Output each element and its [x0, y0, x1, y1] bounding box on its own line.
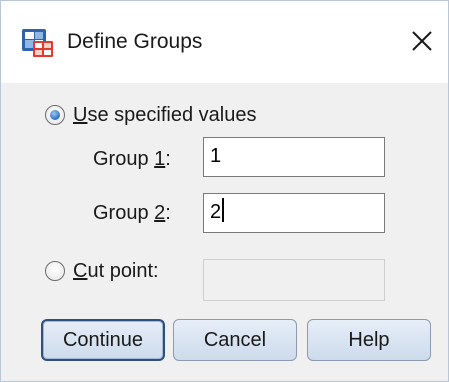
- cut-point-label[interactable]: Cut point:: [73, 259, 159, 283]
- cancel-button[interactable]: Cancel: [173, 319, 297, 361]
- title-bar: Define Groups: [1, 1, 448, 83]
- group-2-input[interactable]: 2: [203, 193, 385, 233]
- cut-point-input[interactable]: [203, 259, 385, 301]
- cut-point-label-rest: ut point:: [87, 260, 159, 282]
- text-caret: [222, 198, 225, 222]
- use-specified-values-label[interactable]: Use specified values: [73, 103, 256, 127]
- cut-point-mnemonic: C: [73, 260, 88, 282]
- group-1-label: Group 1:: [93, 147, 171, 171]
- group-1-mnemonic: 1: [154, 148, 166, 170]
- use-specified-values-radio[interactable]: [45, 105, 65, 125]
- use-specified-mnemonic: U: [73, 104, 88, 126]
- group-2-label-post: :: [165, 202, 171, 224]
- cut-point-radio[interactable]: [45, 261, 65, 281]
- define-groups-dialog: Define Groups Use specified values Group…: [0, 0, 449, 382]
- continue-button[interactable]: Continue: [41, 319, 165, 361]
- group-2-label: Group 2:: [93, 201, 171, 225]
- spss-dialog-icon: [19, 27, 55, 59]
- group-1-value: 1: [210, 145, 222, 167]
- group-2-mnemonic: 2: [154, 202, 166, 224]
- group-1-label-post: :: [165, 148, 171, 170]
- close-button[interactable]: [403, 21, 441, 61]
- group-1-input[interactable]: 1: [203, 137, 385, 177]
- use-specified-label-rest: se specified values: [87, 104, 257, 126]
- group-1-label-pre: Group: [93, 148, 155, 170]
- group-2-value: 2: [210, 201, 222, 223]
- window-title: Define Groups: [67, 30, 203, 53]
- group-2-label-pre: Group: [93, 202, 155, 224]
- close-icon: [411, 30, 433, 52]
- help-button[interactable]: Help: [307, 319, 431, 361]
